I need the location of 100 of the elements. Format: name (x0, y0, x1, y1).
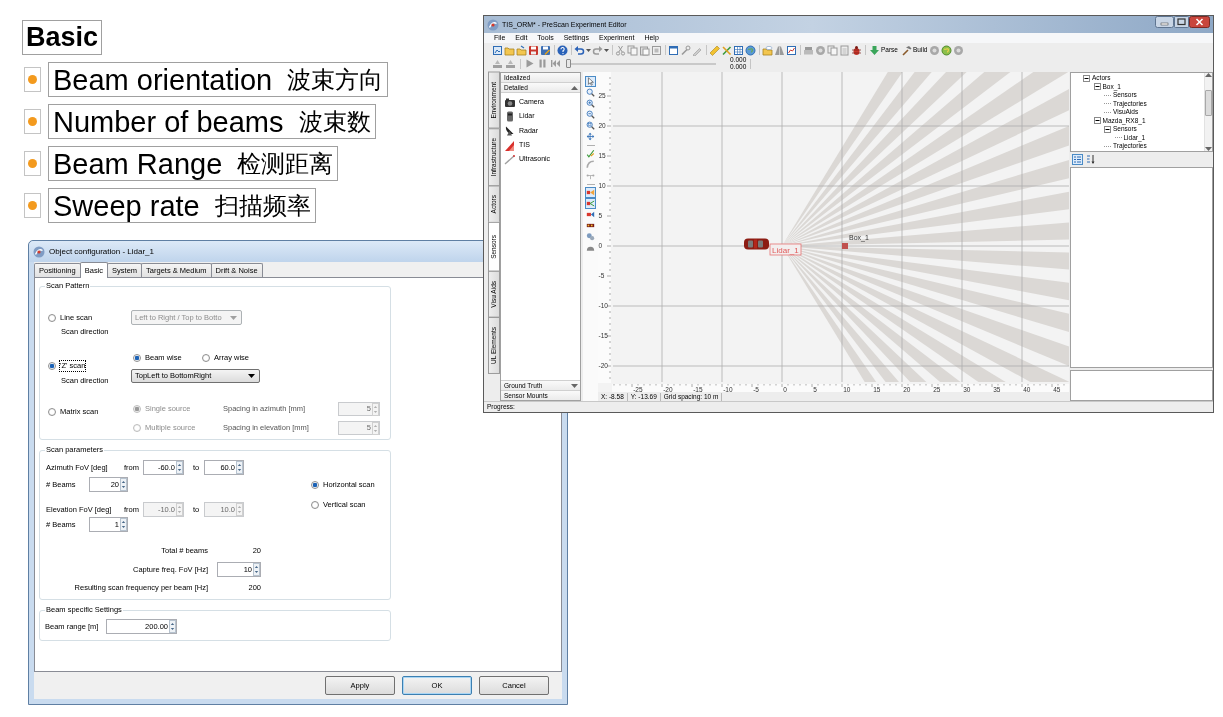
caret-icon[interactable] (586, 48, 591, 52)
stack-icon[interactable] (803, 44, 814, 56)
eject-icon[interactable] (492, 58, 503, 69)
collapse-icon[interactable] (1104, 125, 1111, 133)
copy-icon[interactable] (627, 44, 638, 56)
scissors-icon[interactable] (615, 44, 626, 56)
bullet-text: Number of beams (53, 105, 284, 138)
globe-icon[interactable] (745, 44, 756, 56)
scroll-down-icon[interactable] (1205, 147, 1212, 151)
disc-icon[interactable] (953, 44, 965, 56)
caret-icon (230, 315, 237, 320)
window-icon[interactable] (668, 44, 679, 56)
caret-icon[interactable] (604, 48, 609, 52)
folder-icon[interactable] (762, 44, 773, 56)
bullet-translation: 扫描频率 (214, 190, 311, 221)
camera-icon (504, 96, 516, 108)
app-icon (487, 18, 499, 31)
paste-icon[interactable] (639, 44, 650, 56)
spin-arrows-icon[interactable] (120, 478, 127, 491)
radio-icon[interactable] (48, 314, 56, 322)
slide-heading: Basic (22, 20, 103, 55)
radio-icon[interactable] (311, 481, 319, 489)
help-icon[interactable] (557, 44, 568, 56)
dish-icon (504, 125, 516, 137)
car-icon (744, 238, 769, 250)
box-icon (842, 243, 848, 249)
document-icon[interactable] (492, 44, 503, 56)
diverging-lines-icon[interactable] (585, 198, 596, 209)
copy-icon[interactable] (827, 44, 838, 56)
spin-arrows-icon[interactable] (120, 518, 127, 531)
bullet-translation: 波束方向 (287, 64, 384, 95)
bullet-text: Beam Range (53, 147, 223, 180)
bug-icon[interactable] (851, 44, 862, 56)
table-icon[interactable] (733, 44, 744, 56)
save-icon[interactable] (540, 44, 551, 56)
folder-icon[interactable] (504, 44, 515, 56)
magnifier-icon[interactable] (585, 120, 596, 131)
check-icon[interactable] (585, 148, 596, 159)
download-arrow-icon (869, 44, 880, 56)
zoom-in-icon[interactable] (585, 98, 596, 109)
scroll-down-icon[interactable] (571, 383, 578, 388)
triangle-icon (504, 139, 516, 151)
spin-arrows-icon[interactable] (169, 620, 176, 633)
disc-icon[interactable] (929, 44, 941, 56)
cone-icon[interactable] (585, 209, 596, 220)
chart-icon[interactable] (786, 44, 797, 56)
app-icon (33, 245, 45, 258)
undo-icon[interactable] (574, 44, 585, 56)
save-icon[interactable] (528, 44, 539, 56)
radio-icon[interactable] (48, 408, 56, 416)
bullet-translation: 波束数 (298, 106, 371, 137)
radio-icon[interactable] (311, 501, 319, 509)
radio-icon[interactable] (133, 354, 141, 362)
ruler-icon[interactable] (709, 44, 720, 56)
spin-arrows-icon[interactable] (176, 461, 183, 474)
scroll-up-icon[interactable] (1205, 73, 1212, 77)
bullet-translation: 检测距离 (237, 148, 334, 179)
scrollbar[interactable] (1204, 73, 1212, 151)
play-icon[interactable] (524, 58, 535, 69)
disc-icon[interactable] (815, 44, 826, 56)
collapse-icon[interactable] (1093, 117, 1101, 125)
collapse-icon[interactable] (1093, 83, 1101, 91)
spin-arrows-icon[interactable] (236, 461, 243, 474)
crossed-lines-icon[interactable] (721, 44, 732, 56)
caret-icon (248, 374, 255, 378)
maximize-icon[interactable] (1174, 16, 1189, 28)
eject-icon[interactable] (505, 58, 516, 69)
folder-icon[interactable] (516, 44, 527, 56)
sensor-label: Lidar_1 (769, 243, 802, 256)
road-icon[interactable] (774, 44, 785, 56)
pause-icon[interactable] (537, 58, 548, 69)
bullet-icon (24, 67, 41, 92)
sort-icon[interactable] (1085, 154, 1096, 165)
cone-icon[interactable] (585, 187, 596, 198)
cylinder-icon (504, 110, 516, 122)
globe-icon[interactable] (941, 44, 953, 56)
list-view-icon[interactable] (1072, 154, 1083, 165)
hammer-icon (901, 44, 912, 56)
curve-icon[interactable] (585, 159, 596, 170)
radio-icon[interactable] (202, 354, 210, 362)
scroll-up-icon[interactable] (571, 85, 578, 90)
bullet-text: Beam orientation (53, 63, 273, 96)
slider-thumb[interactable] (566, 59, 571, 68)
bullet-icon (24, 193, 41, 218)
bullet-text: Sweep rate (53, 189, 200, 222)
skip-back-icon[interactable] (550, 58, 561, 69)
pointer-icon[interactable] (585, 76, 596, 87)
bullet-icon (24, 151, 41, 176)
scrollbar-thumb[interactable] (1205, 90, 1212, 116)
wand-icon (504, 153, 516, 165)
frame-icon[interactable] (651, 44, 662, 56)
zoom-out-icon[interactable] (585, 109, 596, 120)
radio-icon[interactable] (48, 362, 56, 370)
magnifier-icon[interactable] (585, 87, 596, 98)
spin-arrows-icon[interactable] (253, 563, 260, 576)
move-icon[interactable] (585, 131, 596, 142)
collapse-icon[interactable] (1083, 74, 1090, 82)
key-icon[interactable] (680, 44, 691, 56)
close-icon[interactable] (1189, 16, 1210, 28)
bullet-icon (24, 109, 41, 134)
